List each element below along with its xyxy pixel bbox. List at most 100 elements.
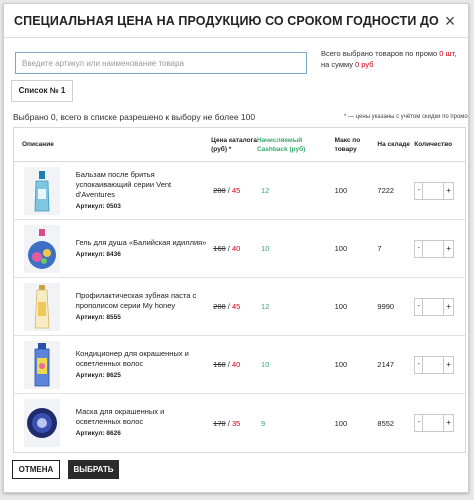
decrement-button[interactable]: - <box>415 240 424 257</box>
product-image-cell <box>14 220 66 277</box>
product-article: Артикул: 8555 <box>75 313 121 321</box>
product-image-cell <box>14 278 66 335</box>
quantity-input[interactable] <box>423 182 445 199</box>
old-price: 170 <box>213 418 226 428</box>
quantity-cell: - + <box>414 355 465 374</box>
selection-info: Выбрано 0, всего в списке разрешено к вы… <box>13 112 256 122</box>
quantity-cell: - + <box>414 297 465 316</box>
promo-price: 45 <box>231 186 241 195</box>
product-cashback: 9 <box>260 418 266 428</box>
dialog-header: СПЕЦИАЛЬНАЯ ЦЕНА НА ПРОДУКЦИЮ СО СРОКОМ … <box>4 4 468 38</box>
product-thumbnail <box>23 224 60 273</box>
product-cashback: 10 <box>260 360 270 369</box>
quantity-cell: - + <box>414 414 465 432</box>
product-stock: 7222 <box>377 186 395 195</box>
close-icon[interactable]: × <box>442 12 458 30</box>
decrement-button[interactable]: - <box>415 298 424 315</box>
product-stock: 8552 <box>377 418 395 428</box>
table-row: Кондиционер для окрашенных и осветленных… <box>14 336 465 394</box>
quantity-stepper: - + <box>414 414 455 432</box>
product-description: Маска для окрашенных и осветленных волос… <box>66 407 211 439</box>
product-description: Кондиционер для окрашенных и осветленных… <box>66 349 211 381</box>
product-article: Артикул: 8436 <box>75 250 121 258</box>
column-header-cashback: Начисляемый Cashback (руб) <box>256 136 306 153</box>
product-image-cell <box>14 162 66 219</box>
search-input[interactable] <box>15 52 307 74</box>
product-price: 160 / 40 <box>213 360 241 369</box>
price-note: * — цены указаны с учётом скидки по пром… <box>344 114 468 120</box>
product-thumbnail <box>23 340 60 389</box>
product-name: Гель для душа «Балийская идиллия» <box>75 237 207 247</box>
quantity-stepper: - + <box>414 181 455 200</box>
product-thumbnail <box>23 166 60 215</box>
toothpaste-icon <box>34 284 50 328</box>
increment-button[interactable]: + <box>444 241 453 257</box>
dialog-title: СПЕЦИАЛЬНАЯ ЦЕНА НА ПРОДУКЦИЮ СО СРОКОМ … <box>14 13 442 28</box>
quantity-input[interactable] <box>423 356 445 373</box>
product-stock: 2147 <box>377 360 395 369</box>
select-button[interactable]: ВЫБРАТЬ <box>68 460 119 479</box>
promo-count: 0 шт <box>439 49 455 58</box>
promo-price: 35 <box>231 418 241 428</box>
product-cashback: 10 <box>260 244 270 253</box>
product-article: Артикул: 8626 <box>75 430 121 437</box>
product-max: 100 <box>334 302 348 311</box>
conditioner-icon <box>34 342 50 386</box>
product-name: Кондиционер для окрашенных и осветленных… <box>75 348 189 368</box>
product-max: 100 <box>334 244 348 253</box>
increment-button[interactable]: + <box>444 183 453 199</box>
column-header-description: Описание <box>22 141 54 148</box>
product-price: 160 / 40 <box>213 244 241 253</box>
quantity-cell: - + <box>414 181 465 200</box>
decrement-button[interactable]: - <box>415 182 424 199</box>
product-image-cell <box>14 336 66 393</box>
product-description: Профилактическая зубная паста с прополис… <box>66 291 211 323</box>
product-stock: 7 <box>377 244 382 253</box>
dialog-footer: ОТМЕНА ВЫБРАТЬ <box>12 460 119 479</box>
column-header-quantity: Количество <box>414 141 453 148</box>
decrement-button[interactable]: - <box>415 356 424 373</box>
quantity-input[interactable] <box>423 415 445 431</box>
search-bar: Всего выбрано товаров по промо 0 шт, на … <box>4 38 468 74</box>
promo-summary-prefix: Всего выбрано товаров по промо <box>321 49 440 58</box>
promo-price: 40 <box>231 360 241 369</box>
product-cashback: 12 <box>260 186 270 195</box>
promo-price: 45 <box>231 302 241 311</box>
product-price: 200 / 45 <box>213 302 241 311</box>
product-image-cell <box>14 394 66 452</box>
table-row: Профилактическая зубная паста с прополис… <box>14 278 465 336</box>
product-cashback: 12 <box>260 302 270 311</box>
bottle-icon <box>34 170 50 211</box>
quantity-input[interactable] <box>423 240 445 257</box>
quantity-stepper: - + <box>414 297 455 316</box>
old-price: 160 <box>213 360 226 369</box>
table-row: Маска для окрашенных и осветленных волос… <box>14 394 465 452</box>
promo-price: 40 <box>231 244 241 253</box>
increment-button[interactable]: + <box>444 357 453 373</box>
table-header: Описание Цена каталога (руб) * Начисляем… <box>14 128 465 162</box>
product-name: Бальзам после бритья успокаивающий серии… <box>75 169 172 199</box>
old-price: 200 <box>213 186 226 195</box>
product-max: 100 <box>334 360 348 369</box>
cancel-button[interactable]: ОТМЕНА <box>12 460 60 479</box>
old-price: 160 <box>213 244 226 253</box>
product-price: 170 / 35 <box>213 418 241 428</box>
product-thumbnail <box>23 282 60 331</box>
increment-button[interactable]: + <box>444 299 453 315</box>
product-description: Бальзам после бритья успокаивающий серии… <box>66 170 211 212</box>
quantity-input[interactable] <box>423 298 445 315</box>
old-price: 200 <box>213 302 226 311</box>
increment-button[interactable]: + <box>444 415 453 431</box>
promo-summary: Всего выбрано товаров по промо 0 шт, на … <box>321 48 466 70</box>
table-row: Бальзам после бритья успокаивающий серии… <box>14 162 465 220</box>
product-description: Гель для душа «Балийская идиллия» Артику… <box>66 238 211 260</box>
tab-list-1[interactable]: Список № 1 <box>11 80 73 102</box>
column-header-stock: На складе <box>377 141 410 148</box>
quantity-stepper: - + <box>414 239 455 258</box>
decrement-button[interactable]: - <box>415 415 424 431</box>
product-name: Маска для окрашенных и осветленных волос <box>75 407 165 426</box>
promo-sum: 0 руб <box>355 60 374 69</box>
gel-bottle-icon <box>27 228 56 269</box>
column-header-price: Цена каталога (руб) * <box>211 136 257 153</box>
column-header-max: Макс по товару <box>334 136 361 153</box>
